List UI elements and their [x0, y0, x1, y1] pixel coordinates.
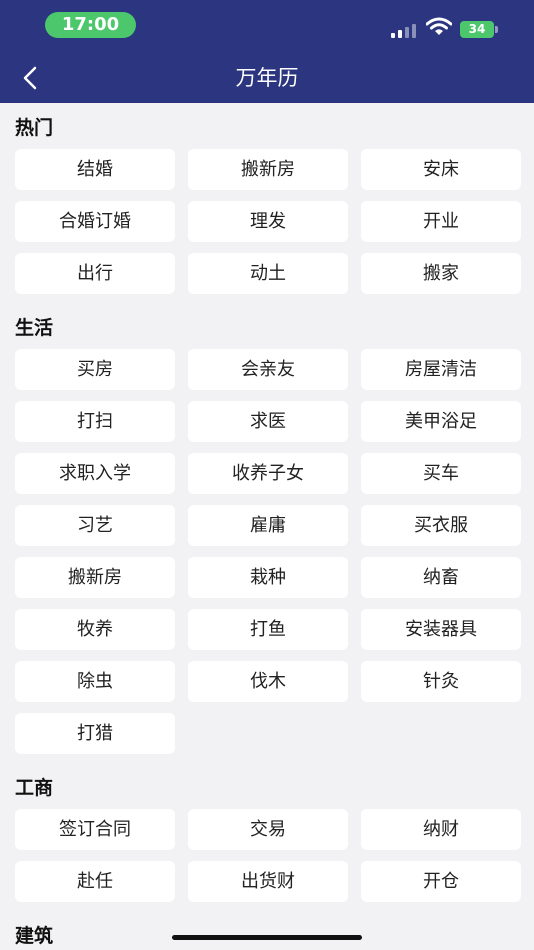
activity-item[interactable]: 签订合同 — [15, 809, 175, 850]
activity-item[interactable]: 搬新房 — [188, 149, 348, 190]
activity-item[interactable]: 赴任 — [15, 861, 175, 902]
activity-item[interactable]: 雇庸 — [188, 505, 348, 546]
home-indicator[interactable] — [172, 935, 362, 940]
cellular-signal-icon — [391, 24, 419, 38]
activity-item[interactable]: 打扫 — [15, 401, 175, 442]
activity-item[interactable]: 理发 — [188, 201, 348, 242]
section-title: 工商 — [15, 777, 54, 799]
activity-item[interactable]: 搬家 — [361, 253, 521, 294]
activity-item[interactable]: 出货财 — [188, 861, 348, 902]
activity-item[interactable]: 交易 — [188, 809, 348, 850]
activity-item[interactable]: 开仓 — [361, 861, 521, 902]
section-title: 热门 — [15, 117, 54, 139]
activity-item[interactable]: 栽种 — [188, 557, 348, 598]
activity-item[interactable]: 会亲友 — [188, 349, 348, 390]
section-title: 建筑 — [15, 925, 54, 947]
activity-item[interactable]: 房屋清洁 — [361, 349, 521, 390]
activity-item[interactable]: 打猎 — [15, 713, 175, 754]
header-bar: 17:00 34 万年历 — [0, 0, 534, 103]
activity-item[interactable]: 合婚订婚 — [15, 201, 175, 242]
section-title: 生活 — [15, 317, 54, 339]
activity-item[interactable]: 收养子女 — [188, 453, 348, 494]
activity-item[interactable]: 除虫 — [15, 661, 175, 702]
calendar-activity-page: 17:00 34 万年历 热门 结婚 搬新房 安床 合婚订婚 理发 开业 出行 动土 搬家 生活 买房… — [0, 0, 534, 950]
activity-item[interactable]: 安床 — [361, 149, 521, 190]
activity-item[interactable]: 打鱼 — [188, 609, 348, 650]
activity-item[interactable]: 买房 — [15, 349, 175, 390]
activity-item[interactable]: 安装器具 — [361, 609, 521, 650]
activity-item[interactable]: 出行 — [15, 253, 175, 294]
battery-cap — [495, 26, 498, 33]
activity-item[interactable]: 针灸 — [361, 661, 521, 702]
activity-item[interactable]: 搬新房 — [15, 557, 175, 598]
activity-item[interactable]: 牧养 — [15, 609, 175, 650]
page-title: 万年历 — [235, 66, 299, 90]
status-time: 17:00 — [45, 12, 136, 38]
activity-item[interactable]: 美甲浴足 — [361, 401, 521, 442]
activity-item[interactable]: 动土 — [188, 253, 348, 294]
battery-icon: 34 — [460, 21, 494, 38]
activity-item[interactable]: 结婚 — [15, 149, 175, 190]
activity-item[interactable]: 伐木 — [188, 661, 348, 702]
wifi-icon — [426, 17, 452, 35]
activity-item[interactable]: 买衣服 — [361, 505, 521, 546]
activity-item[interactable]: 纳畜 — [361, 557, 521, 598]
activity-item[interactable]: 求医 — [188, 401, 348, 442]
activity-item[interactable]: 纳财 — [361, 809, 521, 850]
activity-item[interactable]: 求职入学 — [15, 453, 175, 494]
activity-item[interactable]: 开业 — [361, 201, 521, 242]
activity-item[interactable]: 买车 — [361, 453, 521, 494]
activity-item[interactable]: 习艺 — [15, 505, 175, 546]
